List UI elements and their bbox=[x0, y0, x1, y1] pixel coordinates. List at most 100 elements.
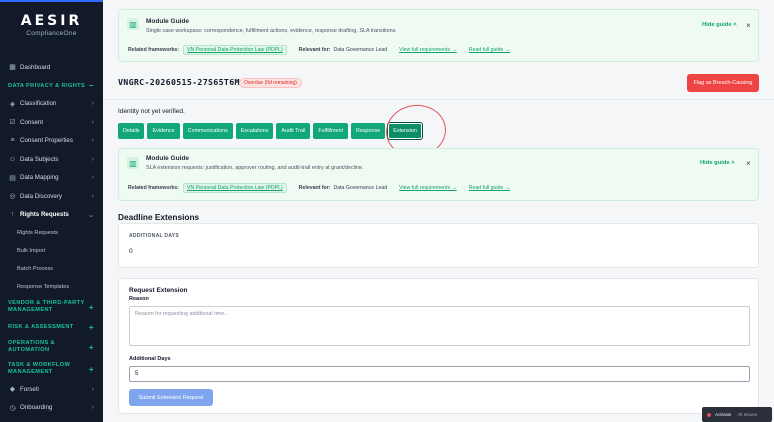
tab-audit-trail[interactable]: Audit Trail bbox=[276, 123, 311, 139]
sidebar-item-dashboard[interactable]: ▦ Dashboard bbox=[0, 58, 103, 77]
grid-icon: ▦ bbox=[9, 64, 16, 72]
tab-response[interactable]: Response bbox=[350, 123, 386, 139]
deadline-extensions-title: Deadline Extensions bbox=[118, 212, 200, 222]
close-icon[interactable]: × bbox=[746, 159, 751, 168]
reason-textarea[interactable]: Reason for requesting additional time... bbox=[129, 306, 750, 346]
sidebar-item-label: Consent bbox=[20, 118, 44, 126]
sidebar-item-consent[interactable]: ☑ Consent › bbox=[0, 113, 103, 132]
sidebar-item-data-subjects[interactable]: ☺ Data Subjects › bbox=[0, 150, 103, 169]
sidebar-section-label: RISK & ASSESSMENT bbox=[8, 324, 74, 330]
sidebar-section-label: TASK & WORKFLOW MANAGEMENT bbox=[8, 362, 71, 375]
activate-label: Activate bbox=[715, 412, 732, 417]
sidebar-nav: ▦ Dashboard DATA PRIVACY & RIGHTS − ◈ Classif… bbox=[0, 58, 103, 417]
arrow-up-icon: ↑ bbox=[10, 211, 15, 219]
tab-fulfillment[interactable]: Fulfillment bbox=[313, 123, 348, 139]
sidebar-item-rights-requests[interactable]: ↑ Rights Requests ⌄ bbox=[0, 206, 103, 225]
additional-days-input-label: Additional Days bbox=[129, 356, 171, 362]
tag-icon: ◈ bbox=[9, 100, 16, 108]
sidebar-top-accent bbox=[0, 0, 103, 2]
chevron-down-icon: ⌄ bbox=[88, 211, 94, 219]
sidebar-section-risk-assessment[interactable]: RISK & ASSESSMENT + bbox=[0, 318, 103, 336]
view-full-requirements-link[interactable]: View full requirements → bbox=[399, 47, 457, 53]
sidebar-item-label: Dashboard bbox=[20, 63, 51, 71]
deadline-extensions-card: ADDITIONAL DAYS 0 bbox=[118, 223, 759, 268]
request-extension-title: Request Extension bbox=[129, 287, 188, 294]
guide-description: SLA extension requests: justification, a… bbox=[146, 165, 364, 171]
plus-icon: + bbox=[88, 342, 94, 352]
sidebar-subitem-rights-requests[interactable]: Rights Requests bbox=[0, 224, 103, 242]
users-icon: ☺ bbox=[8, 155, 17, 163]
frameworks-label: Related frameworks: bbox=[128, 185, 180, 191]
overdue-badge: Overdue (0d remaining) bbox=[239, 78, 302, 88]
plus-icon: + bbox=[88, 364, 94, 374]
plus-icon: + bbox=[88, 302, 94, 312]
sidebar-item-data-mapping[interactable]: ▤ Data Mapping › bbox=[0, 169, 103, 188]
sidebar-subitem-bulk-import[interactable]: Bulk Import bbox=[0, 242, 103, 260]
sidebar-item-label: Data Subjects bbox=[20, 155, 59, 163]
reason-label: Reason bbox=[129, 296, 149, 302]
guide-title: Module Guide bbox=[146, 155, 189, 162]
activate-widget[interactable]: Activate All Issues bbox=[702, 407, 772, 422]
request-id: VNGRC-20260515-27S65T6M bbox=[118, 77, 240, 87]
clock-icon: ◷ bbox=[9, 404, 16, 412]
sidebar-item-data-discovery[interactable]: ◎ Data Discovery › bbox=[0, 187, 103, 206]
map-icon: ▤ bbox=[9, 174, 16, 182]
hide-guide-button[interactable]: Hide guide ˄ bbox=[702, 22, 737, 28]
chevron-right-icon: › bbox=[91, 137, 94, 145]
module-guide-extension: ▥ Module Guide SLA extension requests: j… bbox=[118, 148, 759, 201]
close-icon[interactable]: × bbox=[746, 21, 751, 30]
additional-days-value: 0 bbox=[129, 248, 133, 255]
brand-name: AESIR bbox=[20, 13, 83, 29]
view-full-requirements-link[interactable]: View full requirements → bbox=[399, 185, 457, 191]
framework-tag[interactable]: VN Personal Data Protection Law (PDPL) bbox=[183, 183, 287, 193]
framework-tag[interactable]: VN Personal Data Protection Law (PDPL) bbox=[183, 45, 287, 55]
tab-details[interactable]: Details bbox=[118, 123, 145, 139]
sidebar-section-operations-automation[interactable]: OPERATIONS & AUTOMATION + bbox=[0, 336, 103, 358]
read-full-guide-link[interactable]: Read full guide → bbox=[469, 47, 510, 53]
guide-description: Single case workspace: correspondence, f… bbox=[146, 28, 397, 34]
sidebar-section-label: VENDOR & THIRD-PARTY MANAGEMENT bbox=[8, 300, 85, 313]
chevron-right-icon: › bbox=[91, 192, 94, 200]
status-dot-icon bbox=[707, 412, 711, 417]
submit-extension-button[interactable]: Submit Extension Request bbox=[129, 389, 213, 406]
sidebar-item-consent-properties[interactable]: ≡ Consent Properties › bbox=[0, 132, 103, 151]
tab-escalations[interactable]: Escalations bbox=[235, 123, 274, 139]
plus-icon: + bbox=[88, 322, 94, 332]
request-tabs: Details Evidence Communications Escalations… bbox=[118, 122, 425, 140]
search-icon: ◎ bbox=[9, 193, 16, 201]
sidebar-subitem-response-templates[interactable]: Response Templates bbox=[0, 278, 103, 296]
frameworks-label: Related frameworks: bbox=[128, 47, 180, 53]
read-full-guide-link[interactable]: Read full guide → bbox=[469, 185, 510, 191]
sidebar-section-vendor-third-party-management[interactable]: VENDOR & THIRD-PARTY MANAGEMENT + bbox=[0, 296, 103, 318]
guide-title: Module Guide bbox=[146, 18, 189, 25]
tab-communications[interactable]: Communications bbox=[182, 123, 233, 139]
identity-status: Identity not yet verified. bbox=[118, 108, 185, 115]
sidebar-section-label: DATA PRIVACY & RIGHTS bbox=[8, 82, 86, 89]
chevron-right-icon: › bbox=[91, 174, 94, 182]
check-icon: ☑ bbox=[9, 119, 16, 127]
sidebar-section-data-privacy-rights[interactable]: DATA PRIVACY & RIGHTS − bbox=[0, 77, 103, 95]
minus-icon: − bbox=[88, 81, 94, 90]
relevant-value: Data Governance Lead bbox=[333, 185, 388, 191]
additional-days-input[interactable]: 5 bbox=[129, 366, 750, 382]
sidebar-item-label: Rights Requests bbox=[20, 211, 69, 219]
guide-meta-row: Related frameworks: VN Personal Data Pro… bbox=[128, 45, 510, 55]
chevron-right-icon: › bbox=[91, 100, 94, 108]
sidebar-item-label: Onboarding bbox=[20, 404, 53, 412]
brand-logo[interactable]: AESIR ComplianceOne bbox=[0, 13, 103, 37]
sidebar-item-onboarding[interactable]: ◷ Onboarding › bbox=[0, 399, 103, 418]
tab-evidence[interactable]: Evidence bbox=[147, 123, 180, 139]
additional-days-label: ADDITIONAL DAYS bbox=[129, 233, 180, 239]
guide-meta-row: Related frameworks: VN Personal Data Pro… bbox=[128, 183, 510, 193]
sidebar-item-forseti[interactable]: ◆ Forseti › bbox=[0, 380, 103, 399]
sliders-icon: ≡ bbox=[10, 137, 15, 145]
flag-breach-button[interactable]: Flag as Breach-Causing bbox=[687, 74, 759, 92]
sidebar: AESIR ComplianceOne ▦ Dashboard DATA PRIVA… bbox=[0, 0, 103, 422]
hide-guide-button[interactable]: Hide guide ˄ bbox=[700, 160, 735, 166]
sidebar-subitem-batch-process[interactable]: Batch Process bbox=[0, 260, 103, 278]
relevant-label: Relevant for: bbox=[298, 47, 331, 53]
relevant-value: Data Governance Lead bbox=[333, 47, 388, 53]
sidebar-item-classification[interactable]: ◈ Classification › bbox=[0, 95, 103, 114]
chevron-right-icon: › bbox=[91, 385, 94, 393]
sidebar-section-task-workflow-management[interactable]: TASK & WORKFLOW MANAGEMENT + bbox=[0, 358, 103, 380]
